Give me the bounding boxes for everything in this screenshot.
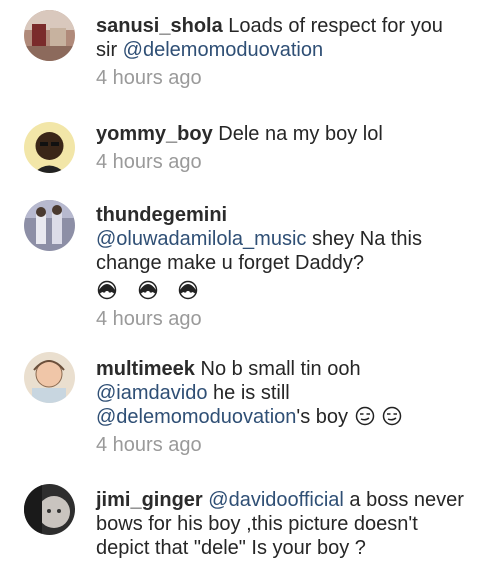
comment-username[interactable]: jimi_ginger [96, 489, 203, 511]
smirk-face-emoji [382, 406, 402, 426]
comment-mention[interactable]: @delemomoduovation [123, 39, 323, 61]
smirk-face-emoji [355, 406, 374, 426]
avatar-image [24, 122, 75, 173]
emoji-row [96, 279, 466, 303]
avatar-image [24, 200, 75, 251]
comment-text: No b small tin ooh [200, 358, 361, 380]
ghost-face-emoji [97, 280, 117, 300]
comment-mention[interactable]: @davidoofficial [208, 489, 344, 511]
comment-username[interactable]: yommy_boy [96, 123, 213, 145]
avatar[interactable] [24, 484, 75, 535]
comment-mention[interactable]: @delemomoduovation [96, 406, 296, 428]
comment-timestamp: 4 hours ago [96, 434, 202, 456]
comment-username[interactable]: multimeek [96, 358, 195, 380]
comment-mention[interactable]: @iamdavido [96, 382, 207, 404]
comment-username[interactable]: thundegemini [96, 204, 227, 226]
comment-timestamp: 4 hours ago [96, 151, 202, 173]
avatar-image [24, 10, 75, 61]
comment-text: Dele na my boy lol [218, 123, 383, 145]
comment-timestamp: 4 hours ago [96, 308, 202, 330]
ghost-face-emoji [138, 280, 157, 300]
avatar[interactable] [24, 352, 75, 403]
comment-timestamp: 4 hours ago [96, 67, 202, 89]
avatar[interactable] [24, 200, 75, 251]
comment-username[interactable]: sanusi_shola [96, 15, 223, 37]
comment-text: 's boy [296, 406, 349, 428]
ghost-face-emoji [178, 280, 198, 300]
avatar-image [24, 352, 75, 403]
avatar[interactable] [24, 122, 75, 173]
avatar-image [24, 484, 75, 535]
comment-text: he is still [213, 382, 290, 404]
avatar[interactable] [24, 10, 75, 61]
comment-mention[interactable]: @oluwadamilola_music [96, 228, 306, 250]
